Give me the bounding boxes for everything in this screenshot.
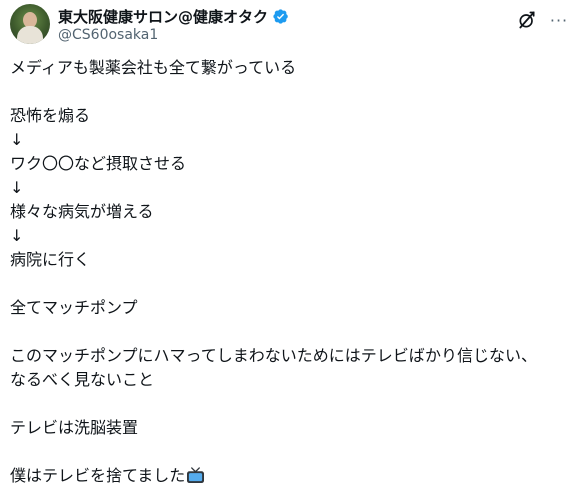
- more-options-button[interactable]: ···: [547, 8, 571, 32]
- name-row: 東大阪健康サロン@健康オタク: [58, 6, 289, 26]
- verified-badge-icon: [273, 8, 288, 24]
- avatar-body: [17, 26, 43, 44]
- tweet-line: 恐怖を煽る: [10, 106, 91, 125]
- tweet-line: メディアも製薬会社も全て繋がっている: [10, 58, 297, 77]
- avatar[interactable]: [10, 4, 50, 44]
- tweet-line: 様々な病気が増える: [10, 202, 154, 221]
- tweet-line: 病院に行く: [10, 250, 91, 269]
- tweet-line: このマッチポンプにハマってしまわないためにはテレビばかり信じない、: [10, 346, 538, 365]
- user-handle[interactable]: @CS60osaka1: [58, 27, 158, 43]
- arrow-line: ↓: [10, 130, 24, 149]
- television-emoji-icon: [187, 467, 205, 484]
- tweet-line: ワク〇〇など摂取させる: [10, 154, 187, 173]
- tweet-header: 東大阪健康サロン@健康オタク @CS60osaka1 ···: [10, 4, 575, 48]
- tweet-line: テレビは洗脳装置: [10, 418, 139, 437]
- tweet-line: 全てマッチポンプ: [10, 298, 138, 317]
- display-name[interactable]: 東大阪健康サロン@健康オタク: [58, 6, 268, 27]
- tweet-line: 僕はテレビを捨てました: [10, 466, 186, 485]
- tweet-text: メディアも製薬会社も全て繋がっている 恐怖を煽る ↓ ワク〇〇など摂取させる ↓…: [10, 56, 575, 488]
- tweet-line: なるべく見ないこと: [10, 370, 155, 389]
- arrow-line: ↓: [10, 226, 24, 245]
- arrow-line: ↓: [10, 178, 24, 197]
- tweet-last-line: 僕はテレビを捨てました: [10, 464, 575, 488]
- grok-icon[interactable]: [517, 10, 537, 30]
